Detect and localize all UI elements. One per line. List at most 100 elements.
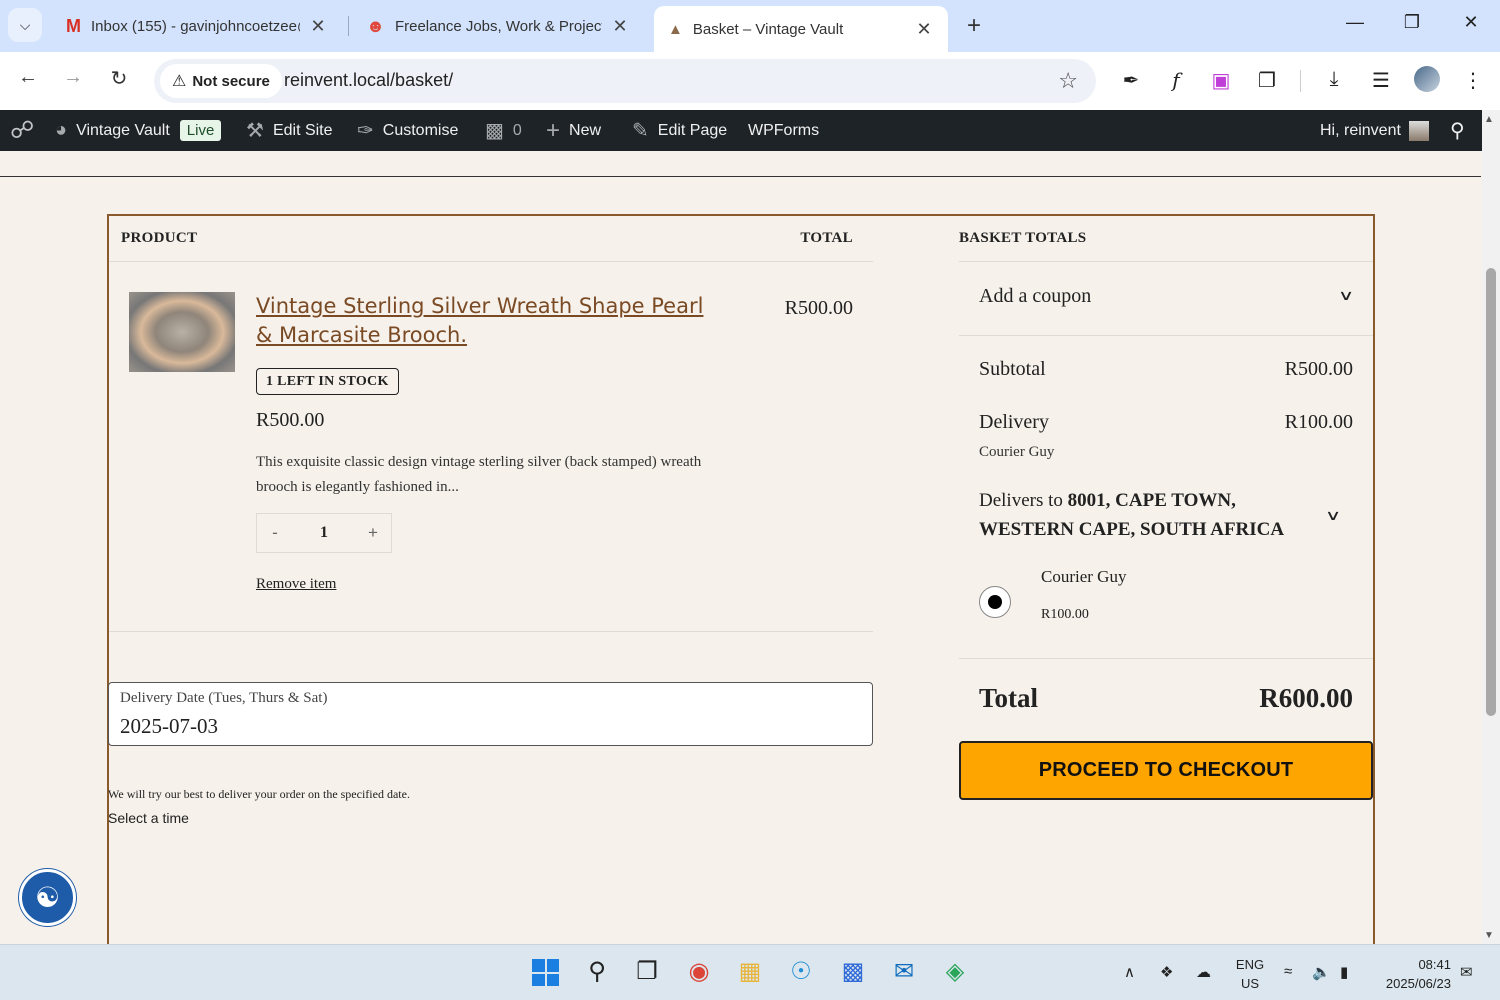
admin-search-icon[interactable]: ⚲ <box>1450 110 1465 151</box>
window-close-icon[interactable]: ✕ <box>1456 12 1486 33</box>
admin-edit-site[interactable]: ⚒ Edit Site <box>246 110 333 151</box>
product-price: R500.00 <box>256 409 325 431</box>
admin-account[interactable]: Hi, reinvent <box>1320 110 1429 151</box>
coupon-label: Add a coupon <box>979 285 1092 307</box>
admin-comments[interactable]: ▩ 0 <box>485 110 522 151</box>
line-total: R500.00 <box>784 297 853 319</box>
close-icon[interactable]: ✕ <box>610 16 630 37</box>
delivery-value: R100.00 <box>1284 411 1353 433</box>
extension-app-icon[interactable]: ▣ <box>1207 68 1235 93</box>
language-indicator[interactable]: ENG US <box>1232 955 1268 993</box>
tray-overflow-icon[interactable]: ∧ <box>1124 963 1135 981</box>
reload-icon[interactable]: ↻ <box>104 66 134 91</box>
admin-new[interactable]: + New <box>546 110 601 151</box>
admin-edit-page[interactable]: ✎ Edit Page <box>632 110 727 151</box>
new-tab-button[interactable]: + <box>960 12 988 40</box>
delivery-date-note: We will try our best to deliver your ord… <box>108 787 410 801</box>
download-icon[interactable]: ⤓ <box>1320 68 1348 91</box>
wp-admin-bar: ☍ ◕ Vintage Vault Live ⚒ Edit Site ✑ Cus… <box>0 110 1482 151</box>
onedrive-icon[interactable]: ☁ <box>1196 963 1211 981</box>
total-label: Total <box>979 683 1039 713</box>
tab-gmail[interactable]: M Inbox (155) - gavinjohncoetzee@ ✕ <box>52 6 342 46</box>
address-bar[interactable]: ⚠ Not secure reinvent.local/basket/ ☆ <box>154 59 1096 103</box>
order-total-row: Total R600.00 <box>979 683 1353 714</box>
notifications-icon[interactable]: ✉ <box>1460 963 1473 981</box>
chevron-down-icon[interactable]: ∨ <box>1325 507 1341 525</box>
quantity-value[interactable]: 1 <box>293 524 355 542</box>
extensions-puzzle-icon[interactable]: ❐ <box>1253 68 1281 93</box>
wordpress-logo-icon[interactable]: ☍ <box>10 110 34 151</box>
quantity-increase-button[interactable]: + <box>355 523 391 543</box>
url-text[interactable]: reinvent.local/basket/ <box>284 70 453 91</box>
restore-icon[interactable]: ❐ <box>1397 12 1427 33</box>
plus-icon: + <box>546 116 561 144</box>
delivery-date-field[interactable]: Delivery Date (Tues, Thurs & Sat) 2025-0… <box>108 682 873 746</box>
comments-count: 0 <box>512 121 522 139</box>
admin-wpforms[interactable]: WPForms <box>748 110 819 151</box>
edge-icon[interactable]: ☉ <box>786 957 816 987</box>
profile-avatar[interactable] <box>1414 66 1440 92</box>
delivers-to-toggle[interactable]: Delivers to 8001, CAPE TOWN, WESTERN CAP… <box>979 486 1319 544</box>
store-icon[interactable]: ▩ <box>838 957 868 987</box>
divider <box>109 261 873 262</box>
close-icon[interactable]: ✕ <box>308 16 328 37</box>
scrollbar-thumb[interactable] <box>1486 268 1496 716</box>
remove-item-link[interactable]: Remove item <box>256 576 336 593</box>
bookmark-star-icon[interactable]: ☆ <box>1058 68 1078 94</box>
app-diamond-icon[interactable]: ◈ <box>940 957 970 987</box>
customise-label: Customise <box>382 121 459 139</box>
admin-customise[interactable]: ✑ Customise <box>357 110 458 151</box>
delivery-date-label: Delivery Date (Tues, Thurs & Sat) <box>120 690 328 706</box>
close-icon[interactable]: ✕ <box>914 19 934 40</box>
divider <box>109 631 873 632</box>
outlook-icon[interactable]: ✉ <box>889 957 919 987</box>
security-chip[interactable]: ⚠ Not secure <box>160 64 282 98</box>
minimize-icon[interactable]: — <box>1340 12 1370 33</box>
dropbox-icon[interactable]: ❖ <box>1160 963 1173 981</box>
eyedropper-icon[interactable]: ✒ <box>1117 68 1145 93</box>
windows-start-icon[interactable] <box>532 959 559 986</box>
hammer-icon: ⚒ <box>246 120 264 142</box>
tab-basket[interactable]: ▲ Basket – Vintage Vault ✕ <box>654 6 948 52</box>
subtotal-row: Subtotal R500.00 <box>979 358 1353 381</box>
font-extension-icon[interactable]: f <box>1162 68 1190 92</box>
back-icon[interactable]: ← <box>13 66 43 89</box>
tab-title: Basket – Vintage Vault <box>692 20 844 38</box>
delivery-label: Delivery <box>979 411 1049 433</box>
delivery-date-value[interactable]: 2025-07-03 <box>120 714 218 739</box>
search-icon[interactable]: ⚲ <box>582 957 612 987</box>
wpforms-label: WPForms <box>748 121 820 139</box>
pencil-icon: ✎ <box>632 120 649 142</box>
tab-search-button[interactable]: ⌵ <box>8 8 42 42</box>
accessibility-icon[interactable]: ☯ <box>19 869 76 926</box>
shipping-rate-radio[interactable] <box>979 586 1011 618</box>
volume-icon[interactable]: 🔈 <box>1312 963 1331 981</box>
warning-icon: ⚠ <box>172 73 187 90</box>
browser-toolbar: ← → ↻ ⚠ Not secure reinvent.local/basket… <box>0 52 1500 110</box>
battery-icon[interactable]: ▮ <box>1340 963 1348 981</box>
product-thumbnail[interactable] <box>129 292 235 372</box>
more-menu-icon[interactable]: ⋮ <box>1459 68 1487 93</box>
tab-freelancer[interactable]: ☻ Freelance Jobs, Work & Projects ✕ <box>352 6 644 46</box>
browser-tab-bar: ⌵ M Inbox (155) - gavinjohncoetzee@ ✕ ☻ … <box>0 0 1500 52</box>
wifi-icon[interactable]: ≈ <box>1284 963 1292 980</box>
system-clock[interactable]: 08:41 2025/06/23 <box>1376 955 1451 993</box>
file-explorer-icon[interactable]: ▦ <box>735 957 765 987</box>
scroll-up-icon[interactable]: ▲ <box>1484 114 1494 125</box>
shipping-rate-price: R100.00 <box>1041 607 1089 622</box>
chrome-icon[interactable]: ◉ <box>684 957 714 987</box>
admin-site-name[interactable]: ◕ Vintage Vault Live <box>55 110 222 151</box>
quantity-decrease-button[interactable]: - <box>257 523 293 543</box>
toolbar-separator <box>1300 70 1301 92</box>
proceed-to-checkout-button[interactable]: PROCEED TO CHECKOUT <box>959 741 1373 800</box>
tab-separator <box>348 16 349 36</box>
brush-icon: ✑ <box>357 120 374 142</box>
coupon-toggle[interactable]: Add a coupon ∨ <box>979 285 1354 308</box>
delivers-to-prefix: Delivers to <box>979 490 1068 511</box>
edit-page-label: Edit Page <box>657 121 728 139</box>
product-name-link[interactable]: Vintage Sterling Silver Wreath Shape Pea… <box>256 292 716 350</box>
task-view-icon[interactable]: ❐ <box>632 957 662 987</box>
media-control-icon[interactable]: ☰ <box>1367 68 1395 93</box>
scroll-down-icon[interactable]: ▼ <box>1484 930 1494 941</box>
forward-icon[interactable]: → <box>58 66 88 89</box>
